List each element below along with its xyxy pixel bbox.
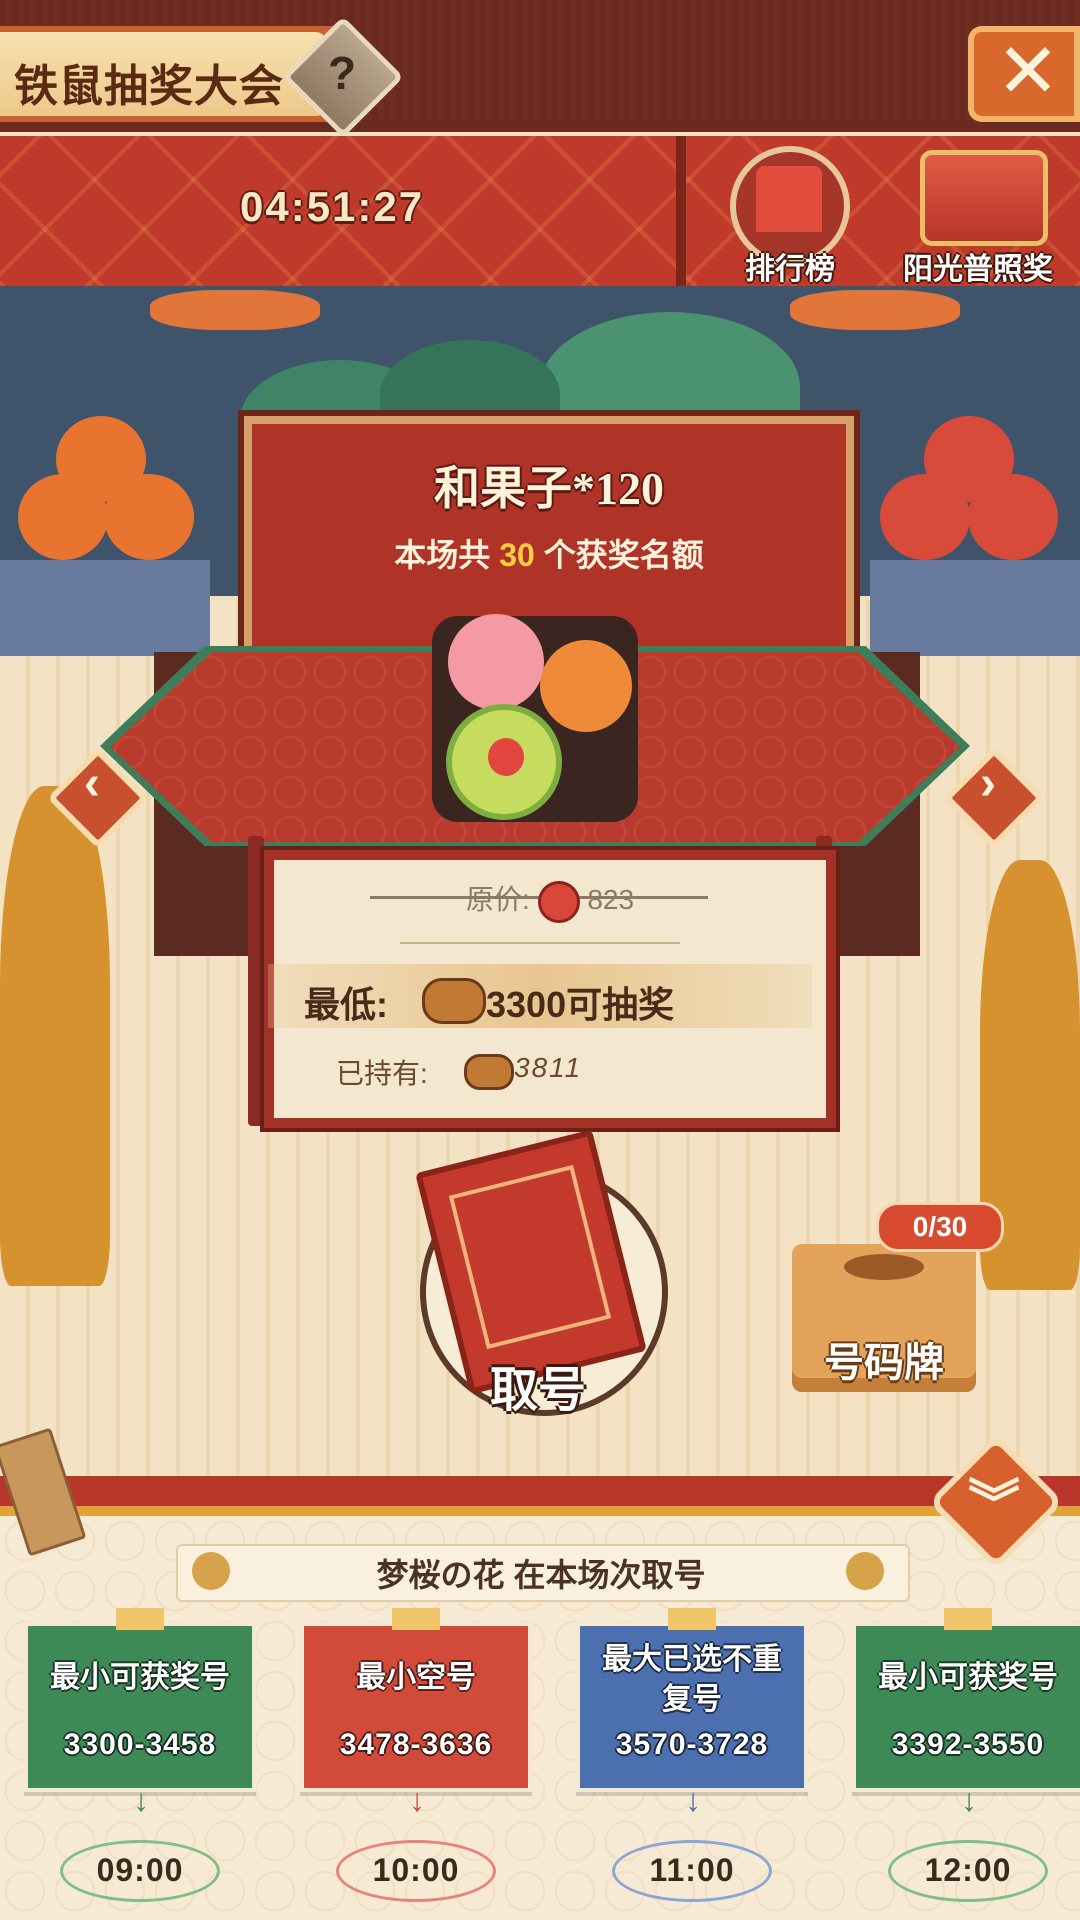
box-slot xyxy=(844,1254,924,1280)
session-subtitle: 梦桜の花 在本场次取号 xyxy=(376,1557,706,1593)
flower-decoration xyxy=(790,290,960,330)
fruit-pot-decoration xyxy=(870,560,1080,656)
orange-fruit-decoration xyxy=(104,474,194,560)
panel-top-border xyxy=(0,1476,1080,1506)
quota-count: 30 xyxy=(499,537,535,573)
panel-gold-trim xyxy=(0,1506,1080,1516)
min-cost-label: 最低: xyxy=(304,984,388,1025)
tape-decoration xyxy=(116,1608,164,1630)
card-time: 10:00 xyxy=(372,1852,460,1888)
original-price-label: 原价: xyxy=(465,884,530,915)
sunshine-prize-label[interactable]: 阳光普照奖 xyxy=(888,244,1068,288)
pink-wagashi-icon xyxy=(448,614,544,710)
prize-quota: 本场共 30 个获奖名额 xyxy=(244,530,854,576)
log-icon xyxy=(422,978,486,1024)
close-icon[interactable]: ✕ xyxy=(988,26,1068,115)
tape-decoration xyxy=(392,1608,440,1630)
strawberry-icon xyxy=(488,738,524,776)
banner-divider xyxy=(676,136,686,286)
ranking-tower-icon[interactable] xyxy=(756,166,822,232)
orange-wagashi-icon xyxy=(540,640,632,732)
original-price: 原价: 823 xyxy=(264,878,836,923)
min-cost-value: 3300可抽奖 xyxy=(486,984,675,1025)
arrow-down-icon: ↓ xyxy=(685,1782,701,1818)
prize-name: 和果子*120 xyxy=(434,463,664,514)
quota-suffix: 个获奖名额 xyxy=(543,537,704,573)
treasure-chest-icon[interactable] xyxy=(920,150,1048,246)
number-plate-count-badge: 0/30 xyxy=(876,1202,1004,1252)
tape-decoration xyxy=(668,1608,716,1630)
chevron-right-icon[interactable]: › xyxy=(958,756,1018,811)
card-number-range: 3300-3458 xyxy=(63,1728,217,1761)
chevron-down-icon[interactable]: ︾ xyxy=(952,1462,1036,1537)
card-time: 11:00 xyxy=(649,1852,735,1888)
quota-prefix: 本场共 xyxy=(394,537,491,573)
scroll-divider xyxy=(400,942,680,944)
card-time: 12:00 xyxy=(924,1852,1012,1888)
card-title: 最小可获奖号 xyxy=(878,1661,1058,1694)
page-title: 铁鼠抽奖大会 xyxy=(14,62,284,111)
red-fruit-decoration xyxy=(880,474,970,560)
original-price-value: 823 xyxy=(587,884,635,915)
countdown-timer: 04:51:27 xyxy=(240,183,425,230)
card-number-range: 3478-3636 xyxy=(339,1728,493,1761)
arrow-down-icon: ↓ xyxy=(961,1782,977,1818)
number-card[interactable] xyxy=(24,1622,256,1792)
owned-label: 已持有: xyxy=(336,1058,428,1089)
coin-icon xyxy=(537,880,580,923)
card-title: 最小可获奖号 xyxy=(50,1661,230,1694)
card-number-range: 3392-3550 xyxy=(891,1728,1045,1761)
number-card[interactable] xyxy=(300,1622,532,1792)
number-plate-label[interactable]: 号码牌 xyxy=(792,1330,976,1388)
card-number-range: 3570-3728 xyxy=(615,1728,769,1761)
card-time: 09:00 xyxy=(96,1852,184,1888)
orange-fruit-decoration xyxy=(18,474,108,560)
scroll-rod-left xyxy=(248,836,264,1126)
fruit-pot-decoration xyxy=(0,560,210,656)
red-fruit-decoration xyxy=(968,474,1058,560)
log-icon xyxy=(464,1054,514,1090)
card-title: 最小空号 xyxy=(356,1661,476,1694)
arrow-down-icon: ↓ xyxy=(133,1782,149,1818)
vase-decoration xyxy=(0,786,110,1286)
question-icon[interactable]: ? xyxy=(322,46,362,100)
arrow-down-icon: ↓ xyxy=(409,1782,425,1818)
take-number-button[interactable]: 取号 xyxy=(468,1350,608,1420)
flower-decoration xyxy=(150,290,320,330)
ranking-label[interactable]: 排行榜 xyxy=(720,244,860,288)
chevron-left-icon[interactable]: ‹ xyxy=(62,756,122,811)
tape-decoration xyxy=(944,1608,992,1630)
number-card[interactable] xyxy=(852,1622,1080,1792)
owned-value: 3811 xyxy=(514,1052,583,1083)
card-title: 最大已选不重复号 xyxy=(602,1643,782,1716)
